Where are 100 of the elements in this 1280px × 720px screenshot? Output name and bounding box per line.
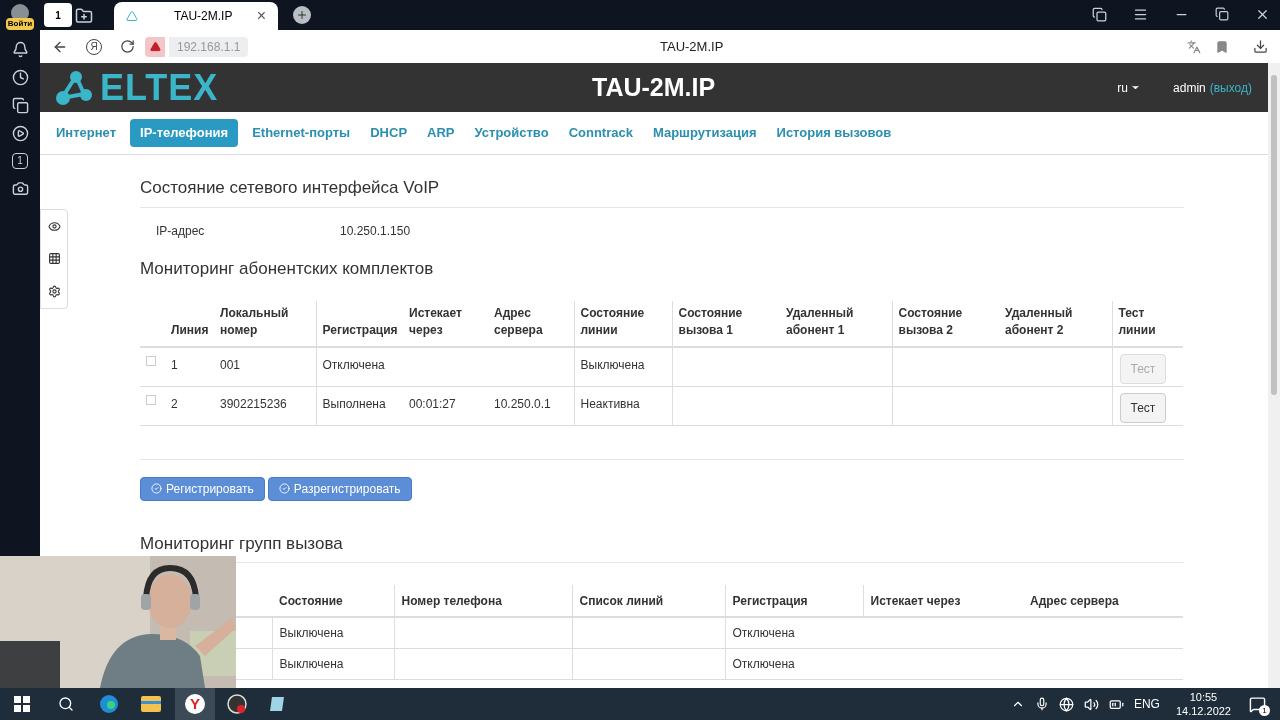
column-header: Адрес сервера [1023, 585, 1183, 617]
logout-link[interactable]: (выход) [1209, 78, 1252, 97]
reload-icon[interactable] [120, 39, 135, 54]
table-cell: Выполнена [322, 396, 386, 411]
collections-icon[interactable] [11, 97, 29, 114]
section-title: Состояние сетевого интерфейса VoIP [140, 175, 1184, 208]
nav-tab[interactable]: Conntrack [562, 119, 639, 147]
table-cell: 00:01:27 [409, 396, 456, 411]
start-icon[interactable] [14, 696, 30, 712]
table-cell: 3902215236 [220, 396, 287, 411]
bell-icon[interactable] [11, 41, 29, 58]
clock-time[interactable]: 10:55 [1189, 690, 1218, 704]
network-icon[interactable] [1058, 696, 1074, 712]
column-header: Состояние линии [574, 301, 672, 347]
column-header: Адрес сервера [488, 301, 574, 347]
column-header: Состояние [272, 585, 394, 617]
search-icon[interactable] [58, 696, 74, 712]
column-header: Номер телефона [394, 585, 572, 617]
address-field[interactable]: 192.168.1.1 [169, 36, 249, 57]
home-tab-icon[interactable]: 1 [44, 3, 72, 27]
table-cell: 10.250.0.1 [494, 396, 551, 411]
eye-icon[interactable] [47, 219, 61, 233]
warning-icon[interactable] [145, 36, 165, 57]
column-header: Состояние вызова 1 [672, 301, 780, 347]
grid-icon[interactable] [47, 252, 61, 266]
column-header: Локальный номер [214, 301, 316, 347]
nav-tab[interactable]: История вызовов [770, 119, 898, 147]
table-cell: 001 [220, 358, 241, 372]
nav-tab[interactable]: Ethernet-порты [246, 119, 357, 147]
action-button[interactable]: Разрегистрировать [267, 476, 412, 501]
play-icon[interactable] [11, 125, 29, 142]
browser-tab[interactable]: TAU-2M.IP × [114, 2, 278, 30]
scrollbar[interactable] [1268, 63, 1280, 688]
notepad-icon[interactable] [269, 695, 287, 713]
field-label: IP-адрес [155, 222, 206, 240]
notification-count: 1 [1259, 704, 1270, 716]
browser-icon[interactable]: Y [185, 694, 205, 714]
nav-tab[interactable]: ARP [421, 119, 461, 147]
translate-icon[interactable] [1187, 39, 1201, 54]
table-cell: Выключена [279, 625, 344, 640]
counter-icon[interactable]: 1 [12, 153, 28, 169]
column-header: Удаленный абонент 1 [780, 301, 892, 347]
table-cell: Неактивна [580, 396, 640, 411]
settings-icon[interactable] [47, 285, 61, 299]
login-badge[interactable]: Войти [5, 18, 35, 30]
column-header: Истекает через [863, 585, 1023, 617]
edge-icon[interactable] [99, 694, 119, 714]
test-button[interactable]: Тест [1119, 392, 1167, 423]
row-checkbox[interactable] [146, 356, 156, 366]
action-button[interactable]: Регистрировать [140, 476, 265, 501]
history-icon[interactable] [11, 69, 29, 86]
nav-tab[interactable]: IP-телефония [130, 119, 239, 147]
user-name: admin [1173, 79, 1206, 97]
nav-tab[interactable]: Маршрутизация [646, 119, 763, 147]
nav-tab[interactable]: Устройство [468, 119, 555, 147]
volume-icon[interactable] [1083, 696, 1099, 712]
tab-title: TAU-2M.IP [174, 8, 233, 25]
nav-tab[interactable]: Интернет [50, 119, 122, 147]
logo-icon [126, 10, 138, 22]
column-header: Линия [165, 301, 214, 347]
nav-tab[interactable]: DHCP [364, 119, 414, 147]
close-icon[interactable] [1255, 7, 1270, 22]
check-icon [151, 483, 162, 494]
column-header: Список линий [572, 585, 725, 617]
field-value: 10.250.1.150 [340, 222, 411, 240]
table-cell: Отключена [732, 625, 795, 640]
tabs-icon[interactable] [1092, 7, 1107, 22]
column-header: Истекает через [403, 301, 488, 347]
device-title: TAU-2M.IP [592, 71, 716, 103]
notifications-icon[interactable] [1249, 695, 1266, 713]
section-title: Мониторинг абонентских комплектов [140, 257, 435, 280]
table-cell: Отключена [322, 358, 385, 372]
clock-date[interactable]: 14.12.2022 [1175, 704, 1231, 718]
plus-icon [296, 9, 308, 21]
close-icon[interactable]: × [256, 4, 266, 28]
table-cell: Отключена [732, 656, 795, 671]
table-cell: Выключена [279, 656, 344, 671]
download-icon[interactable] [1253, 39, 1268, 54]
new-tab-button[interactable] [293, 6, 311, 24]
restore-icon[interactable] [1215, 7, 1229, 21]
column-header: Состояние вызова 2 [892, 301, 999, 347]
page-title: TAU-2M.IP [660, 37, 724, 56]
language-indicator[interactable]: ENG [1133, 695, 1160, 713]
column-header: Удаленный абонент 2 [999, 301, 1112, 347]
recorder-icon[interactable] [227, 694, 247, 714]
table-cell: Выключена [580, 358, 645, 372]
menu-icon[interactable] [1133, 7, 1148, 22]
brand-logo: ELTEX [100, 65, 219, 110]
row-checkbox[interactable] [146, 394, 156, 405]
check-icon [278, 483, 290, 494]
bookmark-icon[interactable] [1215, 39, 1229, 54]
language-dropdown[interactable]: ru [1117, 78, 1142, 97]
column-header: Регистрация [316, 301, 403, 347]
mic-icon[interactable] [1034, 697, 1049, 711]
camera-icon[interactable] [11, 180, 29, 197]
table-cell: 2 [171, 396, 178, 411]
folder-plus-icon[interactable] [75, 7, 93, 25]
column-header: Тест линии [1112, 301, 1183, 347]
table-cell: 1 [171, 358, 178, 372]
column-header: Регистрация [725, 585, 863, 617]
